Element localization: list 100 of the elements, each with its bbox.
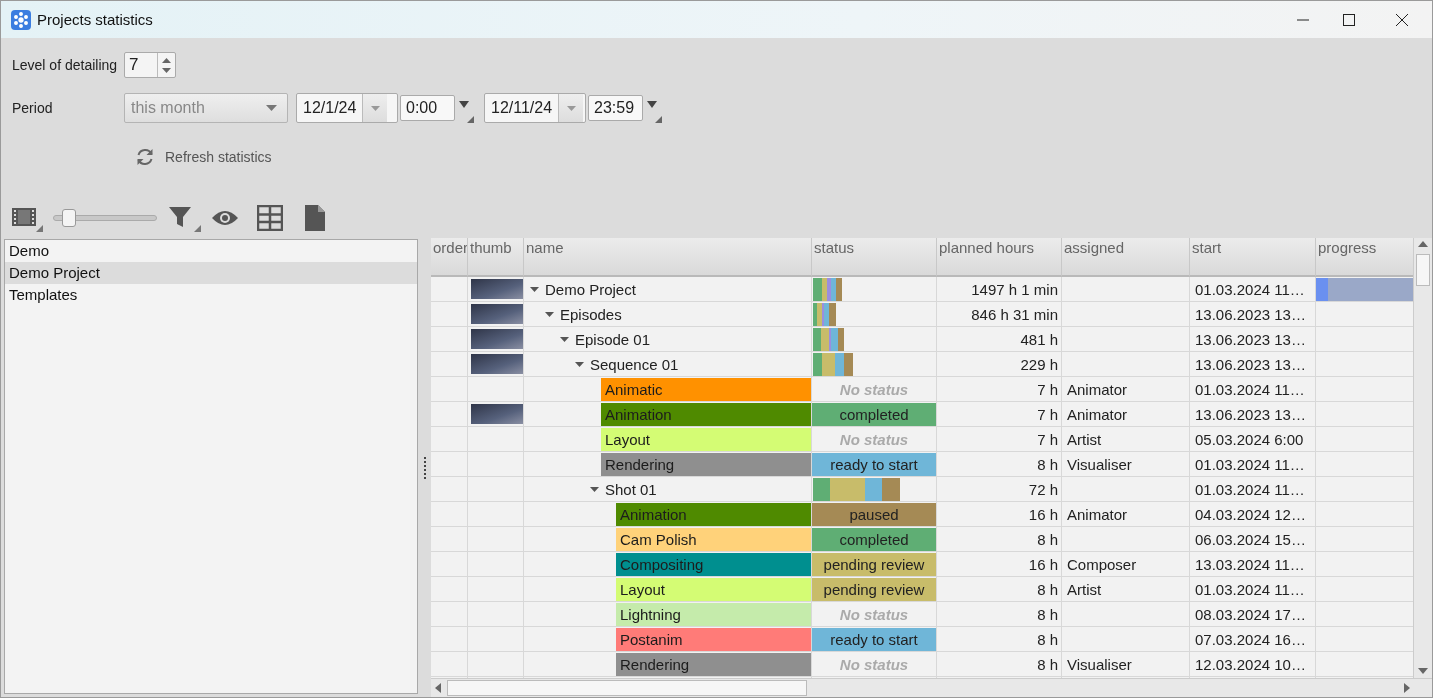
task-name-cell[interactable]: Lightning	[616, 602, 811, 626]
task-name-cell[interactable]: Rendering	[601, 452, 811, 476]
task-name-cell[interactable]: Cam Polish	[616, 527, 811, 551]
close-icon[interactable]	[1396, 13, 1408, 26]
status-label[interactable]: completed	[812, 527, 936, 551]
planned-hours-text: 8 h	[1037, 605, 1058, 623]
tree-item-label[interactable]: Shot 01	[605, 480, 657, 498]
planned-hours-text: 16 h	[1028, 555, 1058, 573]
task-name-cell[interactable]: Rendering	[616, 652, 811, 676]
column-header[interactable]: start	[1190, 238, 1316, 277]
thumbnail-size-slider[interactable]	[53, 209, 157, 227]
project-list-item[interactable]: Demo	[5, 240, 417, 262]
task-name-cell[interactable]: Postanim	[616, 627, 811, 651]
assignee-text: Animator	[1067, 380, 1128, 398]
down-arrow-icon[interactable]	[162, 67, 171, 73]
start-date-text: 13.06.2023 13…	[1195, 405, 1306, 423]
status-label[interactable]: paused	[812, 502, 936, 526]
status-label[interactable]: ready to start	[812, 627, 936, 651]
start-date-text: 05.03.2024 6:00	[1195, 430, 1304, 448]
start-date-text: 13.06.2023 13…	[1195, 355, 1306, 373]
planned-hours-text: 1497 h 1 min	[971, 280, 1058, 298]
start-date-text: 07.03.2024 16…	[1195, 630, 1306, 648]
start-date-text: 06.03.2024 15…	[1195, 530, 1306, 548]
status-summary-drawing	[813, 277, 842, 301]
start-date-text: 01.03.2024 11…	[1195, 380, 1305, 398]
period-label: Period	[12, 100, 54, 116]
assignee-text: Artist	[1067, 580, 1102, 598]
refresh-button[interactable]: Refresh statistics	[135, 147, 272, 167]
maximize-icon[interactable]	[1343, 13, 1355, 26]
start-date-text: 12.03.2024 10…	[1195, 655, 1306, 673]
column-header[interactable]: thumb	[468, 238, 524, 277]
planned-hours-text: 8 h	[1037, 530, 1058, 548]
task-name-cell[interactable]: Layout	[601, 427, 811, 451]
tree-item-label[interactable]: Sequence 01	[590, 355, 679, 373]
status-label[interactable]: completed	[812, 402, 936, 426]
start-date-text: 08.03.2024 17…	[1195, 605, 1306, 623]
planned-hours-text: 8 h	[1037, 455, 1058, 473]
table-icon[interactable]	[257, 205, 283, 231]
status-label[interactable]: pending review	[812, 577, 936, 601]
project-list-item[interactable]: Demo Project	[5, 262, 417, 284]
detailing-label: Level of detailing	[12, 57, 119, 73]
status-summary-drawing	[813, 302, 836, 326]
status-summary-drawing	[813, 352, 853, 376]
caret-icon	[266, 105, 277, 111]
expand-arrow-icon[interactable]	[575, 359, 584, 369]
planned-hours-text: 481 h	[1020, 330, 1058, 348]
to-date-field[interactable]: 12/11/24	[484, 93, 586, 123]
assignee-text: Composer	[1067, 555, 1137, 573]
expand-arrow-icon[interactable]	[590, 484, 599, 494]
up-arrow-icon[interactable]	[162, 57, 171, 63]
column-header[interactable]: planned hours	[937, 238, 1062, 277]
splitter-handle-icon[interactable]	[422, 455, 427, 480]
planned-hours-text: 8 h	[1037, 655, 1058, 673]
task-name-cell[interactable]: Animation	[616, 502, 811, 526]
refresh-icon	[135, 147, 155, 167]
planned-hours-text: 8 h	[1037, 580, 1058, 598]
planned-hours-text: 846 h 31 min	[971, 305, 1058, 323]
start-date-text: 04.03.2024 12…	[1195, 505, 1306, 523]
status-label[interactable]: pending review	[812, 552, 936, 576]
planned-hours-text: 16 h	[1028, 505, 1058, 523]
spreadsheet-file-icon[interactable]	[305, 205, 325, 231]
filter-icon[interactable]	[167, 204, 201, 232]
detailing-spinbox[interactable]: 7	[124, 52, 176, 78]
from-date-field[interactable]: 12/1/24	[296, 93, 398, 123]
tree-item-label[interactable]: Episode 01	[575, 330, 651, 348]
start-date-text: 01.03.2024 11…	[1195, 280, 1305, 298]
column-header[interactable]: status	[812, 238, 937, 277]
horizontal-scrollbar-thumb[interactable]	[447, 680, 807, 696]
task-name-cell[interactable]: Animatic	[601, 377, 811, 401]
assignee-text: Animator	[1067, 405, 1128, 423]
expand-arrow-icon[interactable]	[545, 309, 554, 319]
eye-icon[interactable]	[211, 208, 239, 228]
app-logo-icon	[11, 9, 31, 30]
expand-arrow-icon[interactable]	[560, 334, 569, 344]
from-time-field[interactable]: 0:00	[400, 95, 455, 121]
vertical-scrollbar-thumb[interactable]	[1416, 254, 1430, 286]
task-name-cell[interactable]: Compositing	[616, 552, 811, 576]
column-header[interactable]: assigned	[1062, 238, 1190, 277]
column-header[interactable]: progress	[1316, 238, 1413, 277]
planned-hours-text: 229 h	[1020, 355, 1058, 373]
task-name-cell[interactable]: Animation	[601, 402, 811, 426]
column-header[interactable]: order	[431, 238, 468, 277]
start-date-text: 01.03.2024 11…	[1195, 455, 1305, 473]
planned-hours-text: 7 h	[1037, 405, 1058, 423]
start-date-text: 13.06.2023 13…	[1195, 330, 1306, 348]
slider-thumb[interactable]	[62, 209, 77, 227]
column-header[interactable]: name	[524, 238, 812, 277]
task-name-cell[interactable]: Layout	[616, 577, 811, 601]
status-summary-drawing	[813, 327, 844, 351]
start-date-text: 01.03.2024 11…	[1195, 580, 1305, 598]
status-label[interactable]: ready to start	[812, 452, 936, 476]
tree-item-label[interactable]: Demo Project	[545, 280, 636, 298]
assignee-text: Visualiser	[1067, 455, 1132, 473]
assignee-text: Animator	[1067, 505, 1128, 523]
to-time-field[interactable]: 23:59	[588, 95, 643, 121]
window-title: Projects statistics	[37, 11, 153, 28]
tree-item-label[interactable]: Episodes	[560, 305, 622, 323]
project-list-item[interactable]: Templates	[5, 284, 417, 306]
expand-arrow-icon[interactable]	[530, 284, 539, 294]
assignee-text: Visualiser	[1067, 655, 1132, 673]
